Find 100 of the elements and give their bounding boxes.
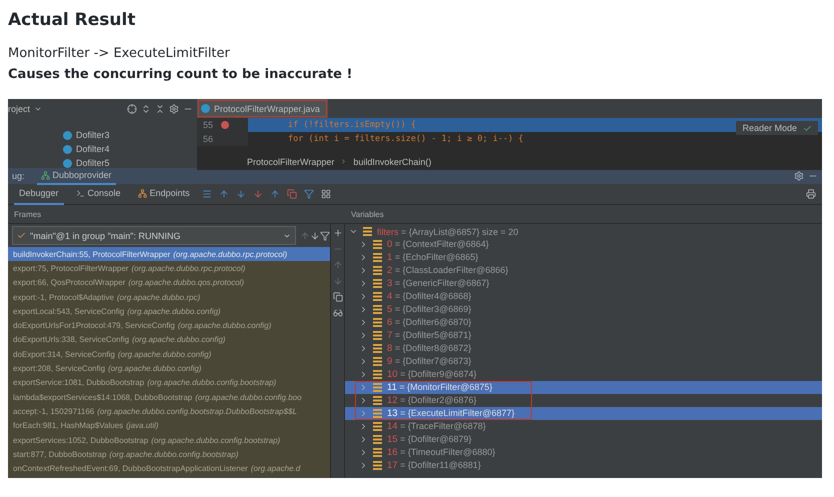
variable-text: 0 = {ContextFilter@6864} [387,239,489,250]
frame-item[interactable]: doExportUrls:338, ServiceConfig (org.apache.dubbo.config) [8,332,330,348]
debugger-tab[interactable]: Debugger [14,183,64,205]
list-icon [373,370,382,379]
variable-text: 10 = {Dofilter9@6874} [387,369,477,380]
breadcrumb-item[interactable]: buildInvokerChain() [353,156,432,166]
list-icon [373,240,382,249]
variable-row[interactable]: 7 = {Dofilter5@6871} [345,329,822,342]
variable-row[interactable]: 11 = {MonitorFilter@6875} [345,381,822,394]
collapse-all-icon[interactable] [155,104,165,114]
frame-item[interactable]: start:877, DubboBootstrap (org.apache.dubbo.config.bootstrap) [8,447,330,462]
tree-item[interactable]: Dofilter3 [8,128,197,142]
frame-item[interactable]: doExportUrlsFor1Protocol:479, ServiceConfig (org.apache.dubbo.config) [8,318,330,333]
frame-item[interactable]: doExport:314, ServiceConfig (org.apache.dubbo.config) [8,347,330,362]
list-icon [363,227,372,236]
variable-text: 2 = {ClassLoaderFilter@6866} [387,265,508,276]
grid-icon[interactable] [320,189,331,199]
frame-item[interactable]: accept:-1, 1502971166 (org.apache.dubbo.config.bootstrap.DubboBootstrap$$L [8,404,330,419]
frame-item[interactable]: export:208, ServiceConfig (org.apache.dubbo.config) [8,361,330,376]
variable-text: 6 = {Dofilter6@6870} [387,317,472,328]
list-icon [373,435,382,444]
variable-row[interactable]: 9 = {Dofilter7@6873} [345,355,822,368]
variable-text: 8 = {Dofilter8@6872} [387,343,472,354]
variables-title: Variables [350,208,385,220]
menu-icon[interactable] [202,189,212,199]
code-text: if (!filters.isEmpty()) { [287,120,416,130]
variable-row[interactable]: 2 = {ClassLoaderFilter@6866} [345,264,822,277]
list-icon [373,448,382,457]
list-icon [373,383,382,392]
settings-icon[interactable] [794,171,804,181]
down-icon[interactable] [310,230,320,240]
glasses-icon[interactable] [332,308,342,318]
collapse-icon[interactable] [349,227,358,236]
list-icon [373,331,382,340]
crosshair-icon[interactable] [127,104,137,114]
separator-icon [340,158,348,165]
filter-icon[interactable] [320,230,330,240]
line-number: 55 [203,120,214,130]
panel-title[interactable]: roject [8,104,30,114]
expand-all-icon[interactable] [141,104,151,114]
frame-item[interactable]: exportLocal:543, ServiceConfig (org.apache.dubbo.config) [8,304,330,318]
list-icon [373,461,382,470]
breadcrumb-item[interactable]: ProtocolFilterWrapper [247,156,334,166]
copy-icon[interactable] [332,292,342,302]
variable-text: 4 = {Dofilter4@6868} [387,291,472,302]
debugger-tab[interactable]: Endpoints [132,183,195,205]
section-heading: Actual Result [8,10,136,30]
variable-row[interactable]: 8 = {Dofilter8@6872} [345,342,822,355]
variable-text: 14 = {TraceFilter@6878} [387,421,486,432]
terminal-icon [76,188,85,198]
debugger-tab[interactable]: Console [70,183,126,205]
file-tab[interactable]: ProtocolFilterWrapper.java [197,99,328,118]
reader-mode-badge[interactable]: Reader Mode [736,121,818,135]
description-text: Causes the concurring count to be inaccurate ! [8,67,354,82]
frame-item[interactable]: lambda$exportServices$14:1068, DubboBootstrap (org.apache.dubbo.config.boo [8,390,330,404]
frame-item[interactable]: export:66, QosProtocolWrapper (org.apache.dubbo.qos.protocol) [8,276,330,290]
variable-row[interactable]: 16 = {TimeoutFilter@6880} [345,446,822,459]
variable-text: 5 = {Dofilter3@6869} [387,304,472,315]
variable-text: 12 = {Dofilter2@6876} [387,395,477,406]
add-icon[interactable] [332,228,342,238]
variable-row[interactable]: 6 = {Dofilter6@6870} [345,316,822,329]
list-icon [373,253,382,262]
check-icon [17,231,26,240]
variable-text: filters = {ArrayList@6857} size = 20 [377,226,518,236]
variable-row[interactable]: 12 = {Dofilter2@6876} [345,394,822,407]
variable-row[interactable]: 17 = {Dofilter11@6881} [345,459,822,472]
variable-row[interactable]: 5 = {Dofilter3@6869} [345,303,822,316]
variable-row[interactable]: 1 = {EchoFilter@6865} [345,251,822,264]
thread-dropdown[interactable]: "main"@1 in group "main": RUNNING [12,226,296,245]
panel-title: ug: [12,171,25,181]
variable-row[interactable]: 0 = {ContextFilter@6864} [345,238,822,251]
list-icon [373,305,382,314]
check-icon [803,124,812,132]
list-icon [373,357,382,366]
tree-item[interactable]: Dofilter5 [8,156,197,170]
variable-row[interactable]: 13 = {ExecuteLimitFilter@6877} [345,407,822,420]
session-tab[interactable]: Dubboprovider [36,167,116,185]
tree-item[interactable]: Dofilter4 [8,142,197,156]
variable-row[interactable]: 15 = {Dofilter@6879} [345,433,822,446]
frame-item[interactable]: buildInvokerChain:55, ProtocolFilterWrapper (org.apache.dubbo.rpc.protocol) [8,247,330,262]
list-icon [373,409,382,418]
frame-item[interactable]: export:75, ProtocolFilterWrapper (org.apache.dubbo.rpc.protocol) [8,261,330,276]
variable-row[interactable]: 14 = {TraceFilter@6878} [345,420,822,433]
settings-icon[interactable] [169,104,179,114]
list-icon [373,279,382,288]
frame-item[interactable]: exportServices:1052, DubboBootstrap (org.apache.dubbo.config.bootstrap) [8,432,330,448]
frame-item[interactable]: exportService:1081, DubboBootstrap (org.apache.dubbo.config.bootstrap) [8,376,330,390]
list-icon [373,292,382,301]
breakpoint-icon[interactable] [221,121,229,129]
list-icon [373,344,382,353]
variable-row[interactable]: 4 = {Dofilter4@6868} [345,290,822,303]
variable-text: 3 = {GenericFilter@6867} [387,278,490,289]
variable-row[interactable]: filters = {ArrayList@6857} size = 20 [345,225,822,238]
frame-item[interactable]: export:-1, Protocol$Adaptive (org.apache.dubbo.rpc) [8,290,330,304]
variable-row[interactable]: 10 = {Dofilter9@6874} [345,368,822,381]
network-icon [138,188,147,198]
frame-item[interactable]: forEach:981, HashMap$Values (java.util) [8,418,330,433]
frame-item[interactable]: onContextRefreshedEvent:69, DubboBootstrapApplicationListener (org.apache.d [8,461,330,476]
list-icon [373,396,382,405]
variable-row[interactable]: 3 = {GenericFilter@6867} [345,277,822,290]
